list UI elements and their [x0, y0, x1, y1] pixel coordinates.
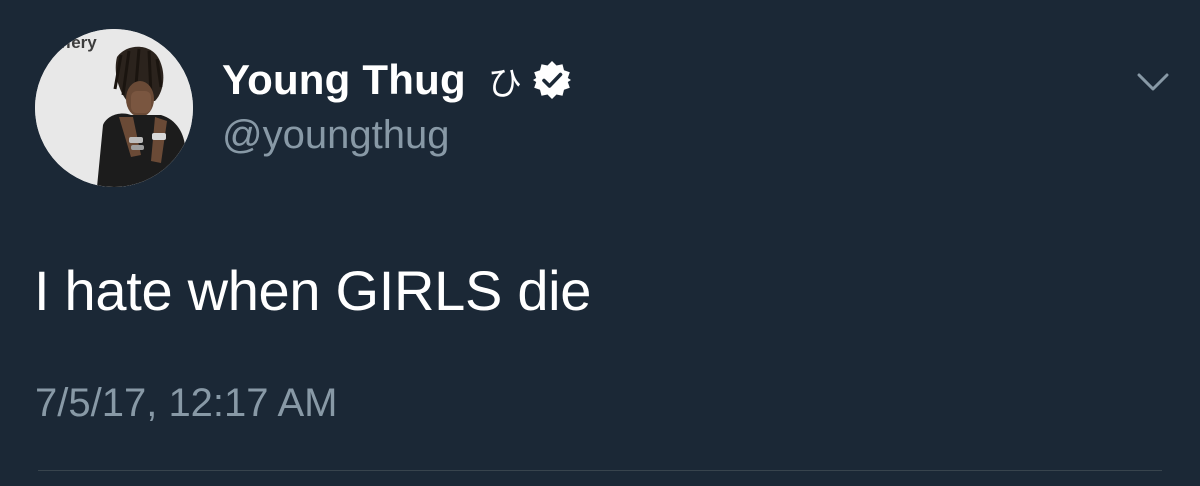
tweet-timestamp[interactable]: 7/5/17, 12:17 AM [35, 381, 337, 426]
display-name[interactable]: Young Thug [222, 56, 466, 104]
author-name-row[interactable]: Young Thug ひ [222, 52, 572, 108]
divider [38, 470, 1162, 471]
avatar[interactable]: Jeffery [35, 29, 193, 187]
name-emoji: ひ [487, 63, 522, 104]
verified-badge-icon [532, 60, 572, 100]
chevron-down-icon[interactable] [1136, 70, 1170, 94]
avatar-overlay-text: Jeffery [41, 33, 97, 52]
tweet-card: Jeffery Young Thug ひ @youngthug I hate w… [0, 0, 1200, 486]
tweet-text: I hate when GIRLS die [34, 259, 592, 322]
author-handle[interactable]: @youngthug [222, 113, 449, 158]
